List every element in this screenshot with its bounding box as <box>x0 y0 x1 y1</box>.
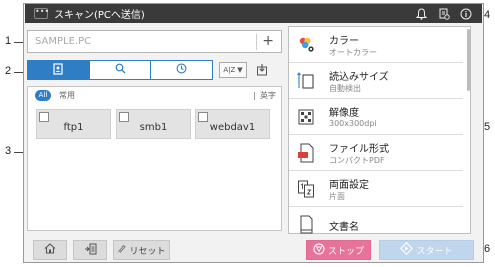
setting-title: 読込みサイズ <box>329 72 389 83</box>
setting-value: 300x300dpi <box>329 119 377 128</box>
setting-title: 文書名 <box>329 222 359 233</box>
info-icon[interactable] <box>459 7 472 20</box>
setting-title: ファイル形式 <box>329 144 389 155</box>
alphabet-filter-label: 英字 <box>260 91 276 100</box>
bell-icon[interactable] <box>415 7 428 20</box>
callout-5: 5 <box>484 121 491 133</box>
setting-duplex[interactable]: 両面設定 片面 <box>289 171 463 207</box>
register-destination-button[interactable] <box>253 61 271 79</box>
destination-name: ftp1 <box>63 122 84 133</box>
destination-checkbox[interactable] <box>39 112 49 122</box>
setting-resolution[interactable]: 解像度 300x300dpi <box>289 99 463 135</box>
destination-name: smb1 <box>139 122 168 133</box>
start-button[interactable]: スタート <box>379 240 474 260</box>
search-icon <box>115 63 126 77</box>
stop-button[interactable]: ストップ <box>306 240 371 260</box>
address-placeholder: SAMPLE.PC <box>35 36 92 47</box>
setting-scan-size[interactable]: 読込みサイズ 自動検出 <box>289 63 463 99</box>
start-label: スタート <box>416 246 453 257</box>
address-book-icon <box>53 62 63 78</box>
destination-checkbox[interactable] <box>119 112 129 122</box>
sort-label: A|Z <box>223 66 236 74</box>
destination-item[interactable]: smb1 <box>116 109 191 139</box>
duplex-icon <box>297 179 315 199</box>
callout-4: 4 <box>484 9 491 21</box>
sort-dropdown[interactable]: A|Z ▼ <box>219 62 247 78</box>
menu-icon[interactable]: ••• <box>34 8 49 19</box>
tab-history[interactable] <box>151 61 212 79</box>
home-button[interactable] <box>33 240 67 260</box>
callout-1: 1 <box>5 35 12 47</box>
destination-name: webdav1 <box>209 122 256 133</box>
color-icon <box>297 35 315 55</box>
setting-file-format[interactable]: ファイル形式 コンパクトPDF <box>289 135 463 171</box>
destination-address-field[interactable]: SAMPLE.PC + <box>27 30 282 53</box>
scan-size-icon <box>297 71 315 91</box>
document-name-icon <box>297 215 315 235</box>
destination-item[interactable]: webdav1 <box>195 109 270 139</box>
setting-title: カラー <box>329 36 359 47</box>
index-filter[interactable]: 英字 <box>254 90 276 101</box>
all-filter-button[interactable]: All <box>35 90 51 101</box>
title-bar: ••• スキャン(PCへ送信) <box>25 4 482 23</box>
register-destination-icon <box>256 61 268 80</box>
scan-settings-panel: カラー オートカラー 読込みサイズ 自動検出 解像度 300x300dpi ファ… <box>288 26 471 234</box>
screen-title: スキャン(PCへ送信) <box>54 10 145 21</box>
destination-list: All 常用 英字 ftp1 smb1 webdav1 <box>27 86 282 231</box>
destination-checkbox[interactable] <box>198 112 208 122</box>
tab-address-book[interactable] <box>28 61 90 79</box>
stop-icon <box>313 242 325 258</box>
reset-button[interactable]: リセット <box>113 240 170 260</box>
clock-icon <box>176 63 187 77</box>
job-list-button[interactable] <box>73 240 107 260</box>
setting-value: 片面 <box>329 192 345 201</box>
setting-color[interactable]: カラー オートカラー <box>289 27 463 63</box>
callout-6: 6 <box>484 243 491 255</box>
address-divider <box>256 34 257 50</box>
destination-item[interactable]: ftp1 <box>36 109 111 139</box>
chevron-down-icon: ▼ <box>237 66 243 74</box>
destination-tabs <box>27 60 213 80</box>
tab-search[interactable] <box>90 61 152 79</box>
device-status-icon[interactable] <box>437 7 450 20</box>
setting-value: 自動検出 <box>329 84 361 93</box>
reset-label: リセット <box>129 246 166 257</box>
setting-value: オートカラー <box>329 48 377 57</box>
resolution-icon <box>297 107 315 127</box>
stop-label: ストップ <box>327 246 364 257</box>
job-list-icon <box>84 243 97 258</box>
start-icon <box>400 242 414 258</box>
bottom-bar: リセット ストップ スタート <box>25 238 482 262</box>
add-destination-button[interactable]: + <box>262 33 274 49</box>
reset-icon <box>117 244 127 256</box>
settings-scrollbar[interactable] <box>467 29 470 91</box>
pdf-file-icon <box>297 143 315 163</box>
home-icon <box>44 243 56 257</box>
setting-title: 両面設定 <box>329 180 369 191</box>
category-label[interactable]: 常用 <box>59 90 75 101</box>
callout-2: 2 <box>5 65 12 77</box>
setting-value: コンパクトPDF <box>329 156 385 165</box>
callout-3: 3 <box>5 145 12 157</box>
setting-title: 解像度 <box>329 108 359 119</box>
